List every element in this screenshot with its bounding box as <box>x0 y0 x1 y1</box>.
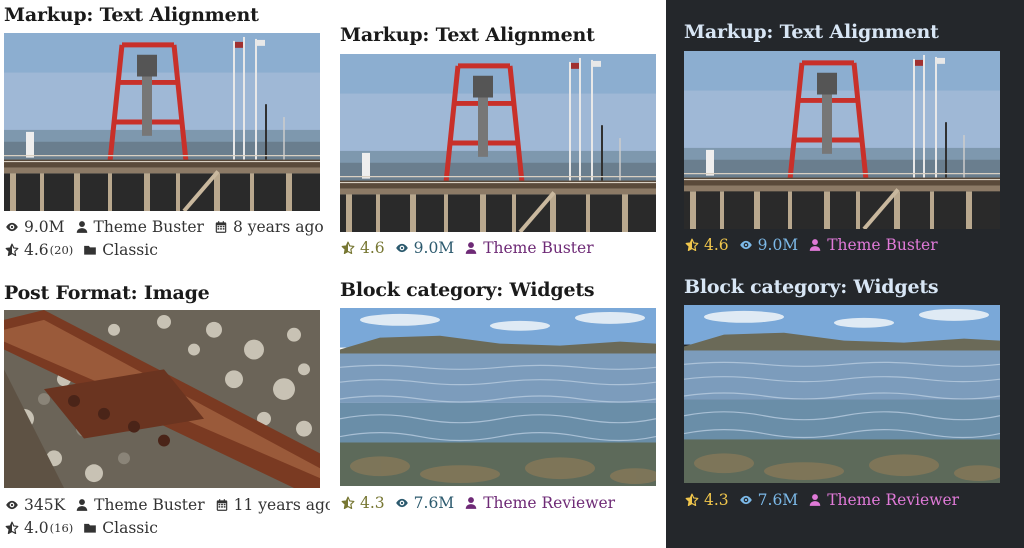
post-meta-row: 4.6 9.0M Theme Buster <box>340 238 603 258</box>
eye-icon <box>4 219 20 235</box>
post-card-text-alignment-dark[interactable]: Markup: Text Alignment 4.6 9.0M Theme Bu… <box>680 0 1010 262</box>
post-meta-row-2: 4.6 (20) Classic <box>4 240 167 260</box>
folder-icon <box>82 520 98 536</box>
rating-stat: 4.0 (16) <box>4 518 73 538</box>
post-title[interactable]: Markup: Text Alignment <box>4 3 259 27</box>
rating-stat: 4.3 <box>340 493 385 513</box>
post-thumbnail-pier[interactable] <box>684 51 1000 229</box>
post-thumbnail-pier[interactable] <box>4 33 320 211</box>
star-half-icon <box>340 240 356 256</box>
eye-icon <box>4 497 20 513</box>
category-link[interactable]: Classic <box>82 240 158 260</box>
calendar-icon <box>214 497 230 513</box>
star-half-icon <box>684 492 700 508</box>
post-card-format-image-left[interactable]: Post Format: Image 345K Theme Buster 11 … <box>0 278 334 540</box>
eye-icon <box>738 492 754 508</box>
post-meta-row: 4.3 7.6M Theme Reviewer <box>684 490 968 510</box>
category-link[interactable]: Classic <box>82 518 158 538</box>
rating-stat: 4.3 <box>684 490 729 510</box>
post-thumbnail-pier[interactable] <box>340 54 656 232</box>
eye-icon <box>394 240 410 256</box>
user-icon <box>74 219 90 235</box>
eye-icon <box>738 237 754 253</box>
eye-icon <box>394 495 410 511</box>
post-card-text-alignment-left[interactable]: Markup: Text Alignment 9.0M Theme Buster… <box>0 0 330 262</box>
post-title[interactable]: Block category: Widgets <box>340 278 595 302</box>
post-card-widgets-middle[interactable]: Block category: Widgets 4.3 7.6M Theme R… <box>336 278 662 540</box>
post-title[interactable]: Post Format: Image <box>4 281 210 305</box>
calendar-icon <box>213 219 229 235</box>
author-link[interactable]: Theme Buster <box>807 235 938 255</box>
user-icon <box>807 492 823 508</box>
rating-stat: 4.6 <box>684 235 729 255</box>
post-title[interactable]: Markup: Text Alignment <box>684 20 939 44</box>
star-half-icon <box>4 242 20 258</box>
star-half-icon <box>684 237 700 253</box>
post-title[interactable]: Block category: Widgets <box>684 275 939 299</box>
author-link[interactable]: Theme Buster <box>74 495 205 515</box>
rating-stat: 4.6 (20) <box>4 240 73 260</box>
folder-icon <box>82 242 98 258</box>
views-stat: 9.0M <box>738 235 798 255</box>
post-meta-row-1: 345K Theme Buster 11 years ago <box>4 495 343 515</box>
user-icon <box>74 497 90 513</box>
star-half-icon <box>340 495 356 511</box>
author-link[interactable]: Theme Reviewer <box>463 493 615 513</box>
post-thumbnail-water[interactable] <box>684 305 1000 483</box>
post-thumbnail-rail[interactable] <box>4 310 320 488</box>
post-meta-row-1: 9.0M Theme Buster 8 years ago <box>4 217 333 237</box>
views-stat: 9.0M <box>394 238 454 258</box>
user-icon <box>463 495 479 511</box>
author-link[interactable]: Theme Buster <box>463 238 594 258</box>
post-meta-row-2: 4.0 (16) Classic <box>4 518 167 538</box>
star-half-icon <box>4 520 20 536</box>
post-age: 8 years ago <box>213 217 324 237</box>
post-age: 11 years ago <box>214 495 334 515</box>
post-card-text-alignment-middle[interactable]: Markup: Text Alignment 4.6 9.0M Theme Bu… <box>336 0 662 262</box>
post-meta-row: 4.3 7.6M Theme Reviewer <box>340 493 624 513</box>
post-thumbnail-water[interactable] <box>340 308 656 486</box>
views-stat: 7.6M <box>738 490 798 510</box>
rating-stat: 4.6 <box>340 238 385 258</box>
views-stat: 9.0M <box>4 217 65 237</box>
author-link[interactable]: Theme Reviewer <box>807 490 959 510</box>
author-link[interactable]: Theme Buster <box>74 217 204 237</box>
views-stat: 7.6M <box>394 493 454 513</box>
post-title[interactable]: Markup: Text Alignment <box>340 23 595 47</box>
post-card-widgets-dark[interactable]: Block category: Widgets 4.3 7.6M Theme R… <box>680 275 1010 537</box>
post-meta-row: 4.6 9.0M Theme Buster <box>684 235 947 255</box>
user-icon <box>807 237 823 253</box>
views-stat: 345K <box>4 495 65 515</box>
user-icon <box>463 240 479 256</box>
